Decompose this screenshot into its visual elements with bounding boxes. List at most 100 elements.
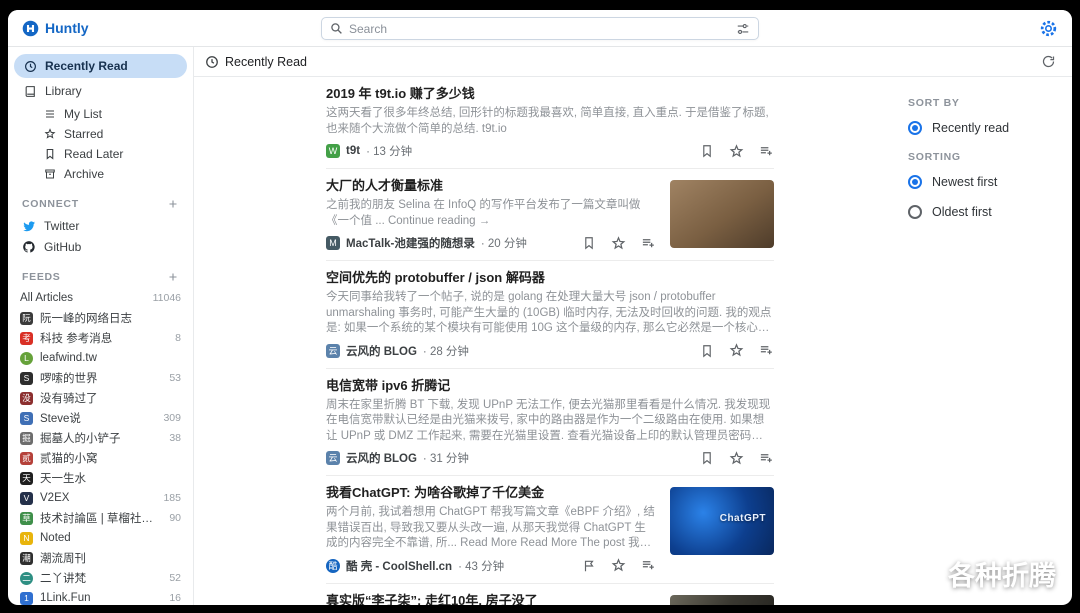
article-title[interactable]: 大厂的人才衡量标准 — [326, 178, 656, 194]
feed-item[interactable]: 考 科技 参考消息 8 — [8, 328, 193, 348]
feed-item[interactable]: S Steve说 309 — [8, 408, 193, 428]
source-name: 云风的 BLOG — [346, 343, 417, 359]
playlist-add-icon[interactable] — [759, 451, 774, 466]
settings-gear-icon[interactable] — [1039, 19, 1058, 38]
article-item[interactable]: 真实版“李子柒”: 走红10年, 房子没了 阡陌交错, 鸡犬相闻; 春花秋月, … — [326, 584, 774, 606]
article-source[interactable]: 云 云风的 BLOG · 31 分钟 — [326, 450, 469, 466]
star-icon[interactable] — [729, 144, 744, 159]
sidebar-item-library[interactable]: Library — [14, 79, 187, 103]
playlist-add-icon[interactable] — [641, 236, 656, 251]
search-icon — [330, 22, 343, 35]
feed-label: 潮流周刊 — [40, 550, 174, 566]
flag-icon[interactable] — [582, 558, 596, 573]
feed-item[interactable]: 草 技术討論區 | 草榴社區 - t... 90 — [8, 508, 193, 528]
article-title[interactable]: 空间优先的 protobuffer / json 解码器 — [326, 270, 774, 286]
feed-favicon: 掘 — [20, 432, 33, 445]
star-icon[interactable] — [729, 451, 744, 466]
feed-unread-count: 53 — [169, 372, 181, 384]
article-title[interactable]: 2019 年 t9t.io 赚了多少钱 — [326, 86, 774, 102]
article-item[interactable]: 大厂的人才衡量标准 之前我的朋友 Selina 在 InfoQ 的写作平台发布了… — [326, 169, 774, 261]
feed-item[interactable]: 贰 贰猫的小窝 — [8, 448, 193, 468]
sidebar-item-github[interactable]: GitHub — [8, 236, 193, 257]
sidebar-item-recently-read[interactable]: Recently Read — [14, 54, 187, 78]
feed-favicon: V — [20, 492, 33, 505]
article-description: 周末在家里折腾 BT 下载, 发现 UPnP 无法工作, 便去光猫那里看看是什么… — [326, 398, 774, 445]
article-source[interactable]: W t9t · 13 分钟 — [326, 143, 412, 159]
playlist-add-icon[interactable] — [759, 144, 774, 159]
list-icon — [44, 108, 56, 120]
radio-button[interactable] — [908, 205, 922, 219]
article-item[interactable]: 空间优先的 protobuffer / json 解码器 今天同事给我转了一个帖… — [326, 261, 774, 369]
feed-favicon: L — [20, 352, 33, 365]
feed-unread-count: 38 — [169, 432, 181, 444]
sorting-option-oldest-first[interactable]: Oldest first — [908, 205, 1072, 219]
article-source[interactable]: M MacTalk-池建强的随想录 · 20 分钟 — [326, 235, 527, 251]
feed-item[interactable]: N Noted — [8, 528, 193, 548]
article-thumbnail — [670, 595, 774, 606]
connect-section-header: CONNECT — [8, 184, 193, 215]
article-source[interactable]: 云 云风的 BLOG · 28 分钟 — [326, 343, 469, 359]
search-input[interactable] — [349, 22, 730, 36]
playlist-add-icon[interactable] — [759, 343, 774, 358]
article-description: 今天同事给我转了一个帖子, 说的是 golang 在处理大量大号 json / … — [326, 290, 774, 337]
sidebar-item-label: Read Later — [64, 147, 123, 161]
feed-item[interactable]: 掘 掘墓人的小铲子 38 — [8, 428, 193, 448]
feed-item[interactable]: 1 1Link.Fun 16 — [8, 588, 193, 605]
feed-label: 技术討論區 | 草榴社區 - t... — [40, 510, 162, 526]
article-title[interactable]: 我看ChatGPT: 为啥谷歌掉了千亿美金 — [326, 485, 656, 501]
feed-unread-count: 16 — [169, 592, 181, 604]
add-feed-icon[interactable] — [167, 271, 179, 283]
sidebar-item-label: Recently Read — [45, 59, 128, 73]
feed-item[interactable]: V V2EX 185 — [8, 488, 193, 508]
radio-button[interactable] — [908, 121, 922, 135]
sorting-option-newest-first[interactable]: Newest first — [908, 175, 1072, 189]
article-time: · 28 分钟 — [423, 343, 469, 359]
main-area: Recently Read 2019 年 t9t.io 赚了多少钱 这两天看了很… — [194, 47, 1072, 605]
search-filter-icon[interactable] — [736, 22, 750, 36]
sort-panel: SORT BY Recently read SORTING Newest fir… — [908, 77, 1072, 605]
feed-item[interactable]: S 啰嗦的世界 53 — [8, 368, 193, 388]
feed-item[interactable]: 天 天一生水 — [8, 468, 193, 488]
feed-item[interactable]: L leafwind.tw — [8, 348, 193, 368]
feed-item[interactable]: 没 没有骑过了 — [8, 388, 193, 408]
app-window: Huntly Recently Read — [8, 10, 1072, 605]
save-bookmark-icon[interactable] — [582, 236, 596, 251]
playlist-add-icon[interactable] — [641, 558, 656, 573]
sidebar-item-twitter[interactable]: Twitter — [8, 215, 193, 236]
article-item[interactable]: 电信宽带 ipv6 折腾记 周末在家里折腾 BT 下载, 发现 UPnP 无法工… — [326, 369, 774, 477]
feed-item[interactable]: 阮 阮一峰的网络日志 — [8, 308, 193, 328]
refresh-icon[interactable] — [1041, 54, 1056, 69]
save-bookmark-icon[interactable] — [700, 343, 714, 358]
feed-label: 天一生水 — [40, 470, 174, 486]
article-item[interactable]: 我看ChatGPT: 为啥谷歌掉了千亿美金 两个月前, 我试着想用 ChatGP… — [326, 476, 774, 584]
feed-label: 阮一峰的网络日志 — [40, 310, 174, 326]
save-bookmark-icon[interactable] — [700, 451, 714, 466]
article-time: · 43 分钟 — [458, 558, 504, 574]
search-bar[interactable] — [321, 17, 759, 40]
feed-label: 啰嗦的世界 — [40, 370, 162, 386]
app-logo[interactable]: Huntly — [22, 20, 89, 37]
save-bookmark-icon[interactable] — [700, 144, 714, 159]
source-name: t9t — [346, 145, 360, 157]
sidebar-item-my-list[interactable]: My List — [34, 104, 187, 124]
article-title[interactable]: 真实版“李子柒”: 走红10年, 房子没了 — [326, 593, 656, 606]
sidebar-item-starred[interactable]: Starred — [34, 124, 187, 144]
feed-item[interactable]: 二 二丫讲梵 52 — [8, 568, 193, 588]
article-description: 之前我的朋友 Selina 在 InfoQ 的写作平台发布了一篇文章叫做《一个值… — [326, 198, 656, 229]
star-icon[interactable] — [611, 236, 626, 251]
sidebar-item-archive[interactable]: Archive — [34, 164, 187, 184]
article-item[interactable]: 2019 年 t9t.io 赚了多少钱 这两天看了很多年终总结, 回形针的标题我… — [326, 77, 774, 169]
feed-favicon: 阮 — [20, 312, 33, 325]
feed-label: All Articles — [20, 292, 146, 304]
add-connect-icon[interactable] — [167, 198, 179, 210]
feed-item-all-articles[interactable]: All Articles 11046 — [8, 288, 193, 308]
star-icon[interactable] — [611, 558, 626, 573]
article-title[interactable]: 电信宽带 ipv6 折腾记 — [326, 378, 774, 394]
article-source[interactable]: 酷 酷 壳 - CoolShell.cn · 43 分钟 — [326, 558, 504, 574]
star-icon[interactable] — [729, 343, 744, 358]
radio-button[interactable] — [908, 175, 922, 189]
sort-option-recently-read[interactable]: Recently read — [908, 121, 1072, 135]
feed-item[interactable]: 潮 潮流周刊 — [8, 548, 193, 568]
huntly-logo-icon — [22, 20, 39, 37]
sidebar-item-read-later[interactable]: Read Later — [34, 144, 187, 164]
